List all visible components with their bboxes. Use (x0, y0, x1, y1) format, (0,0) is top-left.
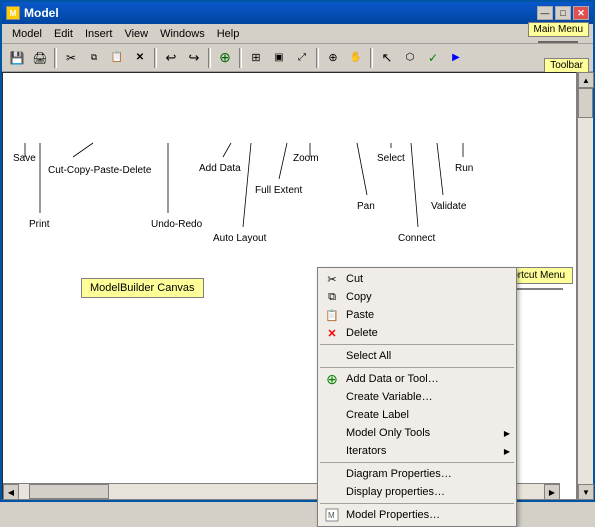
copy-icon: ⧉ (322, 291, 342, 304)
scroll-thumb-h[interactable] (29, 484, 109, 499)
add-data-button[interactable]: ⊕ (214, 47, 236, 69)
ctx-copy-label: Copy (346, 291, 372, 303)
menu-view[interactable]: View (118, 26, 154, 42)
ctx-model-props-label: Model Properties… (346, 509, 440, 521)
submenu-arrow-model: ▶ (504, 429, 510, 438)
scroll-thumb-v[interactable] (578, 88, 593, 118)
cut-button[interactable]: ✂ (60, 47, 82, 69)
ctx-display-props[interactable]: Display properties… (318, 483, 516, 501)
separator-2 (154, 48, 157, 68)
window-title: Model (24, 6, 59, 20)
validate-button[interactable]: ✓ (422, 47, 444, 69)
ctx-paste-label: Paste (346, 309, 374, 321)
paste-icon: 📋 (322, 309, 342, 322)
cursor-button[interactable]: ↖ (376, 47, 398, 69)
run-button[interactable]: ▶ (445, 47, 467, 69)
menu-windows[interactable]: Windows (154, 26, 211, 42)
ctx-separator-3 (320, 462, 514, 463)
application-window: M Model — □ ✕ Model Edit Insert View Win… (0, 0, 595, 502)
close-button[interactable]: ✕ (573, 6, 589, 20)
ctx-add-data-label: Add Data or Tool… (346, 373, 439, 385)
vertical-scrollbar: ▲ ▼ (577, 72, 593, 500)
canvas-label-box: ModelBuilder Canvas (81, 278, 204, 298)
ctx-create-variable[interactable]: Create Variable… (318, 388, 516, 406)
ctx-cut[interactable]: ✂ Cut (318, 270, 516, 288)
ctx-iterators[interactable]: Iterators ▶ (318, 442, 516, 460)
delete-icon: ✕ (322, 327, 342, 340)
ctx-delete-label: Delete (346, 327, 378, 339)
ctx-add-data[interactable]: ⊕ Add Data or Tool… (318, 370, 516, 388)
undo-button[interactable]: ↩ (160, 47, 182, 69)
title-buttons: — □ ✕ (537, 6, 589, 20)
ctx-diagram-props-label: Diagram Properties… (346, 468, 452, 480)
zoom-button[interactable]: ⊕ (322, 47, 344, 69)
redo-button[interactable]: ↪ (183, 47, 205, 69)
submenu-arrow-iterators: ▶ (504, 447, 510, 456)
menu-edit[interactable]: Edit (48, 26, 79, 42)
title-bar-left: M Model (6, 6, 59, 20)
ctx-model-only-tools-label: Model Only Tools (346, 427, 430, 439)
context-menu: ✂ Cut ⧉ Copy 📋 Paste ✕ Delete Selec (317, 267, 517, 527)
print-button[interactable]: 🖨 (29, 47, 51, 69)
separator-6 (370, 48, 373, 68)
ctx-create-label[interactable]: Create Label (318, 406, 516, 424)
ctx-create-variable-label: Create Variable… (346, 391, 433, 403)
cut-icon: ✂ (322, 273, 342, 286)
ctx-separator-4 (320, 503, 514, 504)
ctx-copy[interactable]: ⧉ Copy (318, 288, 516, 306)
scroll-down-button[interactable]: ▼ (578, 484, 594, 500)
separator-3 (208, 48, 211, 68)
menu-bar: Model Edit Insert View Windows Help Main… (2, 24, 593, 44)
pan-button[interactable]: ✋ (345, 47, 367, 69)
maximize-button[interactable]: □ (555, 6, 571, 20)
ctx-iterators-label: Iterators (346, 445, 386, 457)
ctx-diagram-props[interactable]: Diagram Properties… (318, 465, 516, 483)
ctx-paste[interactable]: 📋 Paste (318, 306, 516, 324)
copy-button[interactable]: ⧉ (83, 47, 105, 69)
menu-insert[interactable]: Insert (79, 26, 119, 42)
model-props-svg-icon: M (325, 508, 339, 522)
full-extent-button[interactable]: ⤢ (291, 47, 313, 69)
minimize-button[interactable]: — (537, 6, 553, 20)
scroll-right-button[interactable]: ▶ (544, 484, 560, 500)
paste-button[interactable]: 📋 (106, 47, 128, 69)
ctx-create-label-label: Create Label (346, 409, 409, 421)
separator-1 (54, 48, 57, 68)
ctx-separator-1 (320, 344, 514, 345)
separator-4 (239, 48, 242, 68)
select-all-button[interactable]: ▣ (268, 47, 290, 69)
main-menu-callout: Main Menu (528, 22, 589, 37)
connect-button[interactable]: ⬡ (399, 47, 421, 69)
ctx-select-all-label: Select All (346, 350, 391, 362)
scroll-left-button[interactable]: ◀ (3, 484, 19, 500)
menu-help[interactable]: Help (211, 26, 246, 42)
ctx-model-props[interactable]: M Model Properties… (318, 506, 516, 524)
toolbar-callout: Toolbar (544, 58, 589, 73)
ctx-separator-2 (320, 367, 514, 368)
title-bar: M Model — □ ✕ (2, 2, 593, 24)
ctx-model-only-tools[interactable]: Model Only Tools ▶ (318, 424, 516, 442)
ctx-display-props-label: Display properties… (346, 486, 445, 498)
delete-button[interactable]: ✕ (129, 47, 151, 69)
add-data-icon: ⊕ (322, 371, 342, 388)
separator-5 (316, 48, 319, 68)
ctx-cut-label: Cut (346, 273, 363, 285)
model-props-icon: M (322, 508, 342, 522)
scroll-up-button[interactable]: ▲ (578, 72, 594, 88)
ctx-select-all[interactable]: Select All (318, 347, 516, 365)
menu-model[interactable]: Model (6, 26, 48, 42)
ctx-delete[interactable]: ✕ Delete (318, 324, 516, 342)
save-button[interactable]: 💾 (6, 47, 28, 69)
svg-text:M: M (328, 511, 335, 520)
window-icon: M (6, 6, 20, 20)
layout-button[interactable]: ⊞ (245, 47, 267, 69)
toolbar: 💾 🖨 ✂ ⧉ 📋 ✕ ↩ ↪ ⊕ ⊞ ▣ ⤢ ⊕ ✋ ↖ ⬡ ✓ ▶ Tool… (2, 44, 593, 72)
main-area: ModelBuilder Canvas Save Print Cut-Copy-… (2, 72, 593, 500)
scroll-track-v[interactable] (578, 88, 593, 484)
